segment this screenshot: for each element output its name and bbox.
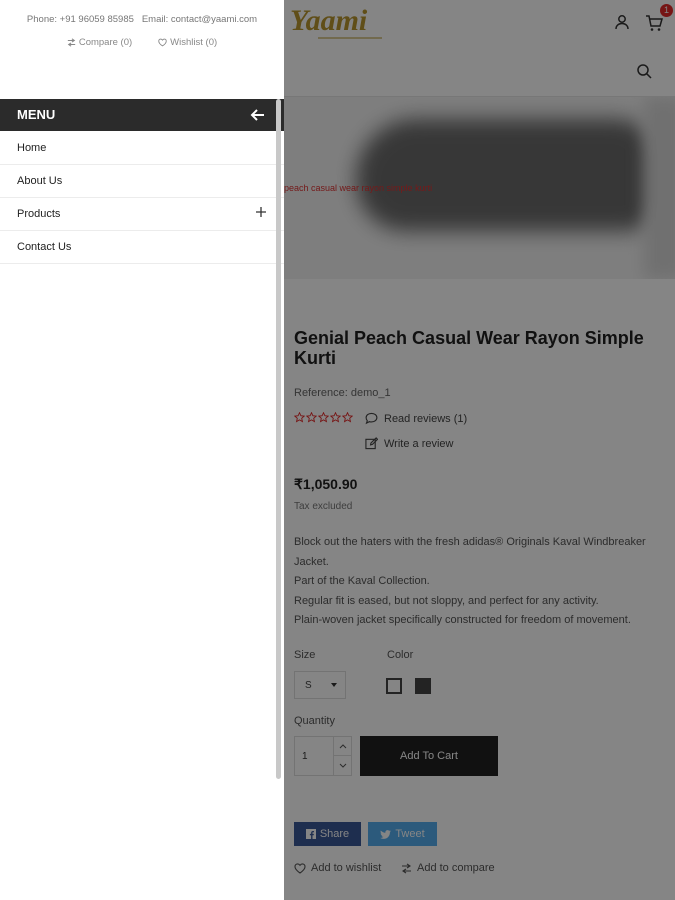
phone-info: Phone: +91 96059 85985 [26,14,134,25]
menu-item-label: Contact Us [17,241,72,253]
menu-item-about-us[interactable]: About Us [0,165,284,198]
menu-item-home[interactable]: Home [0,132,284,165]
menu-item-label: Products [17,208,61,220]
compare-icon [67,38,76,47]
menu-title: MENU [17,107,56,122]
drawer-scrollbar[interactable] [276,99,281,779]
wishlist-link[interactable]: Wishlist (0) [158,37,217,48]
menu-item-label: About Us [17,175,63,187]
menu-item-contact-us[interactable]: Contact Us [0,231,284,264]
heart-icon [158,38,167,47]
contact-info: Phone: +91 96059 85985 Email: contact@ya… [0,14,284,25]
email-info[interactable]: Email: contact@yaami.com [142,14,257,25]
menu-item-products[interactable]: Products [0,198,284,231]
compare-label: Compare (0) [78,37,133,48]
arrow-left-icon[interactable] [249,106,267,124]
compare-link[interactable]: Compare (0) [67,37,132,48]
side-menu-drawer: Phone: +91 96059 85985 Email: contact@ya… [0,0,284,900]
plus-icon[interactable] [255,206,267,218]
menu-header: MENU [0,99,284,131]
wishlist-label: Wishlist (0) [170,37,218,48]
menu-item-label: Home [17,142,47,154]
user-links: Compare (0) Wishlist (0) [0,37,284,48]
